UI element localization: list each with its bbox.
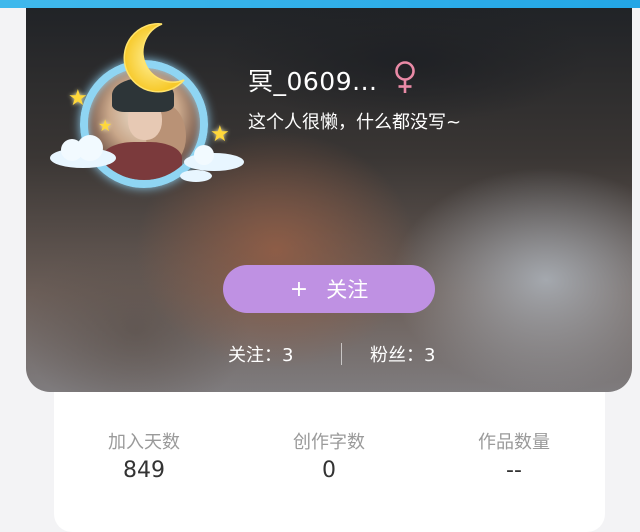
avatar[interactable]: ★ ★ ★ [48, 18, 244, 188]
profile-bio: 这个人很懒，什么都没写~ [248, 112, 462, 133]
divider [341, 343, 342, 365]
profile-header-card: ★ ★ ★ 冥_0609... 这个人很懒，什么都没写~ + 关注 关注：3 粉… [26, 0, 632, 392]
stats-panel: 加入天数 849 创作字数 0 作品数量 -- [54, 392, 605, 532]
follow-button-label: 关注 [326, 278, 369, 302]
star-icon: ★ [68, 86, 88, 111]
female-symbol-icon [395, 61, 415, 93]
stat-value: 849 [123, 458, 165, 483]
stat-word-count: 创作字数 0 [239, 428, 419, 483]
username: 冥_0609... [248, 67, 378, 96]
moon-icon [123, 23, 185, 93]
stat-label: 加入天数 [108, 432, 180, 453]
stat-value: -- [506, 458, 522, 483]
cloud-icon [180, 145, 244, 182]
fans-count[interactable]: 粉丝：3 [370, 341, 435, 367]
follow-button[interactable]: + 关注 [223, 265, 435, 313]
stat-value: 0 [322, 458, 336, 483]
card-top-accent [26, 0, 632, 8]
stat-join-days: 加入天数 849 [54, 428, 234, 483]
cloud-icon [50, 135, 116, 168]
stat-label: 创作字数 [293, 432, 365, 453]
plus-icon: + [289, 276, 309, 302]
stat-works-count: 作品数量 -- [424, 428, 604, 483]
star-icon: ★ [98, 116, 113, 135]
following-count[interactable]: 关注：3 [228, 341, 293, 367]
stat-label: 作品数量 [478, 432, 550, 453]
